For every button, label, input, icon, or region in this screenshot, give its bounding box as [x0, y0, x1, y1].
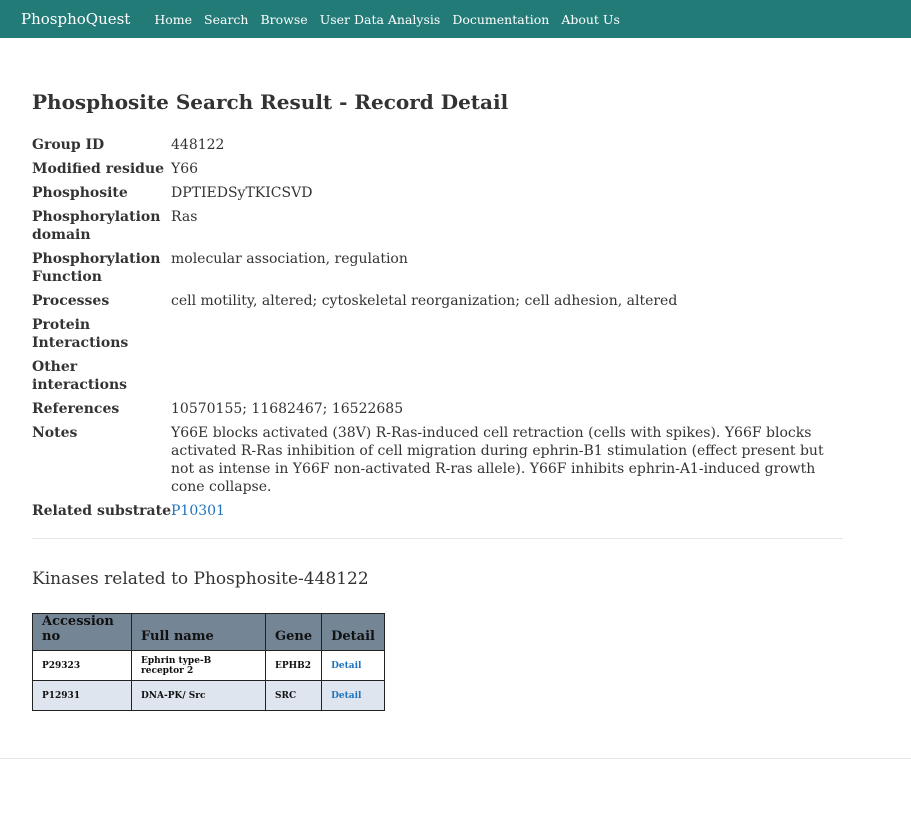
nav-link-search[interactable]: Search — [204, 12, 248, 27]
detail-cell: Detail — [321, 650, 385, 681]
gene-cell: EPHB2 — [264, 650, 323, 681]
record-label: References — [32, 401, 120, 417]
record-value — [171, 358, 841, 400]
column-header-accession: Accession no — [32, 613, 132, 651]
record-label: Processes — [32, 293, 110, 309]
column-header-full-name: Full name — [131, 613, 266, 651]
table-row: P12931 DNA-PK/ Src SRC Detail — [32, 680, 385, 711]
record-row-protein-interactions: Protein Interactions — [32, 316, 841, 358]
nav-link-browse[interactable]: Browse — [260, 12, 307, 27]
record-row-notes: Notes Y66E blocks activated (38V) R-Ras-… — [32, 424, 841, 502]
accession-cell: P12931 — [32, 680, 132, 711]
nav-link-home[interactable]: Home — [154, 12, 192, 27]
main-content: Phosphosite Search Result - Record Detai… — [32, 38, 844, 711]
record-label: Other interactions — [32, 359, 128, 393]
related-substrate-link[interactable]: P10301 — [171, 503, 225, 519]
column-header-detail: Detail — [321, 613, 385, 651]
record-label: Protein Interactions — [32, 317, 129, 351]
footer-divider — [0, 758, 911, 759]
record-value: cell motility, altered; cytoskeletal reo… — [171, 293, 678, 309]
detail-link[interactable]: Detail — [331, 691, 361, 701]
record-label: Phosphosite — [32, 185, 128, 201]
record-label: Phosphorylation Function — [32, 251, 161, 285]
nav-link-about-us[interactable]: About Us — [561, 12, 620, 27]
record-label: Notes — [32, 425, 78, 441]
kinases-table: Accession no Full name Gene Detail P2932… — [32, 613, 385, 711]
detail-cell: Detail — [321, 680, 385, 711]
nav-link-documentation[interactable]: Documentation — [452, 12, 549, 27]
record-row-processes: Processes cell motility, altered; cytosk… — [32, 292, 841, 316]
full-name-cell: Ephrin type-B receptor 2 — [131, 650, 266, 681]
detail-link[interactable]: Detail — [331, 661, 361, 671]
top-navbar: PhosphoQuest Home Search Browse User Dat… — [0, 0, 911, 38]
kinases-table-header-row: Accession no Full name Gene Detail — [32, 613, 385, 651]
full-name-cell: DNA-PK/ Src — [131, 680, 266, 711]
record-value — [171, 316, 841, 358]
record-value: molecular association, regulation — [171, 251, 408, 267]
record-label: Modified residue — [32, 161, 165, 177]
record-label: Group ID — [32, 137, 105, 153]
record-row-other-interactions: Other interactions — [32, 358, 841, 400]
record-value: Y66 — [171, 161, 199, 177]
record-value: DPTIEDSyTKICSVD — [171, 185, 313, 201]
record-row-phosphosite: Phosphosite DPTIEDSyTKICSVD — [32, 184, 841, 208]
record-label: Related substrate — [32, 503, 171, 519]
brand-logo[interactable]: PhosphoQuest — [21, 10, 130, 28]
record-row-phosphorylation-function: Phosphorylation Function molecular assoc… — [32, 250, 841, 292]
record-value: 10570155; 11682467; 16522685 — [171, 401, 404, 417]
record-label: Phosphorylation domain — [32, 209, 161, 243]
gene-cell: SRC — [264, 680, 323, 711]
record-row-phosphorylation-domain: Phosphorylation domain Ras — [32, 208, 841, 250]
record-row-references: References 10570155; 11682467; 16522685 — [32, 400, 841, 424]
record-value: Y66E blocks activated (38V) R-Ras-induce… — [171, 425, 824, 495]
record-value: P10301 — [171, 502, 841, 526]
record-row-related-substrate: Related substrate P10301 — [32, 502, 841, 526]
record-value: Ras — [171, 209, 198, 225]
record-detail-table: Group ID 448122 Modified residue Y66 Pho… — [32, 136, 841, 526]
record-value: 448122 — [171, 137, 225, 153]
column-header-gene: Gene — [264, 613, 323, 651]
page-title: Phosphosite Search Result - Record Detai… — [32, 90, 509, 114]
table-row: P29323 Ephrin type-B receptor 2 EPHB2 De… — [32, 650, 385, 681]
record-row-group-id: Group ID 448122 — [32, 136, 841, 160]
accession-cell: P29323 — [32, 650, 132, 681]
section-divider — [32, 538, 843, 539]
nav-link-user-data-analysis[interactable]: User Data Analysis — [320, 12, 441, 27]
kinases-section-title: Kinases related to Phosphosite-448122 — [32, 569, 369, 589]
record-row-modified-residue: Modified residue Y66 — [32, 160, 841, 184]
